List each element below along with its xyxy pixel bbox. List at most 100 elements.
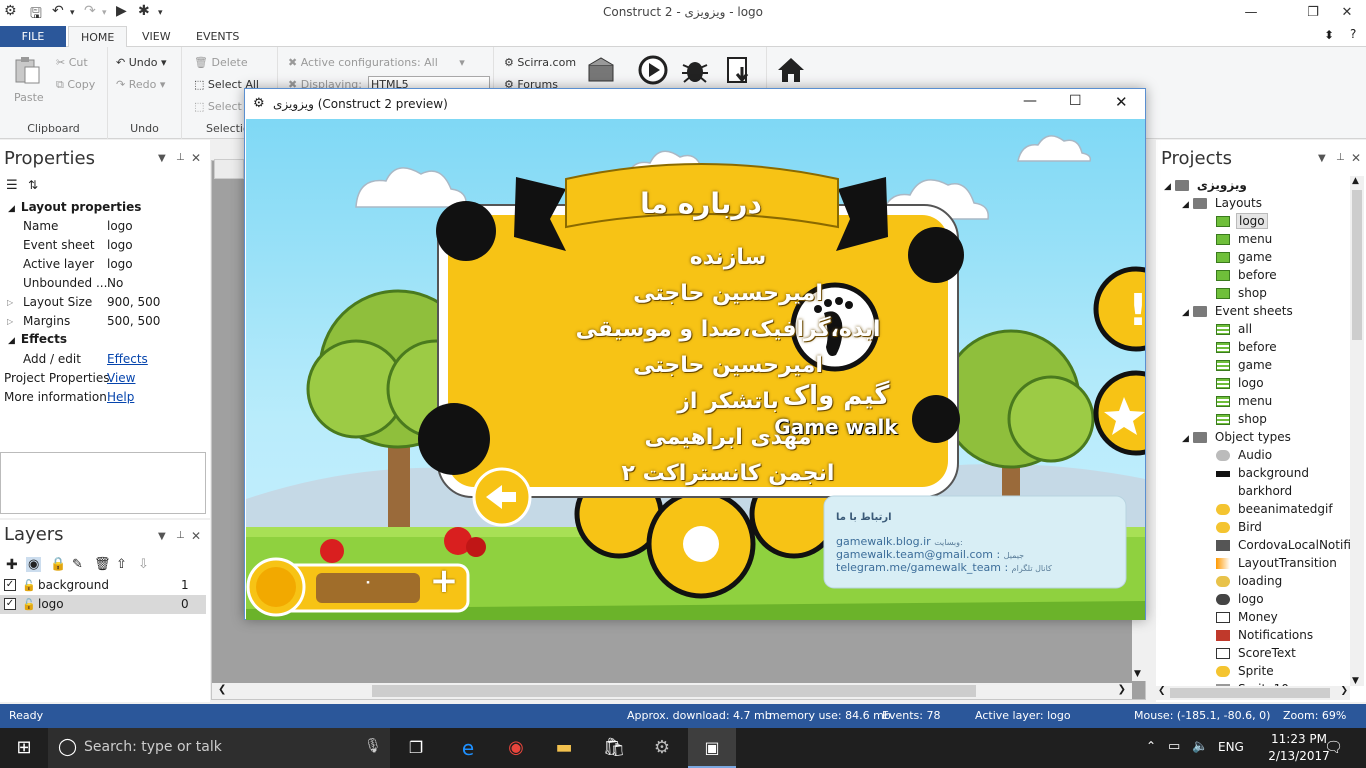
tree-layout-item[interactable]: game (1216, 248, 1274, 266)
layer-lock-icon[interactable]: 🔓 (22, 595, 36, 614)
tree-folder-eventsheets[interactable]: ◢ Event sheets (1182, 302, 1295, 320)
ribbon-collapse-icon[interactable]: ⬍ (1324, 28, 1334, 42)
paste-button[interactable]: Paste (14, 91, 44, 104)
preview-window[interactable]: ⚙ ویزویزی (Construct 2 preview) — ☐ ✕ در… (244, 88, 1146, 620)
move-down-icon[interactable]: ⇩ (138, 557, 149, 572)
panel-close-icon[interactable]: ✕ (191, 529, 201, 543)
network-icon[interactable]: ▭ (1168, 739, 1180, 754)
redo-button[interactable]: ↷ Redo ▾ (116, 78, 165, 91)
tree-project-root[interactable]: ◢ ویزویزی (1164, 176, 1249, 194)
property-row[interactable]: Active layer (23, 255, 94, 274)
effects-link[interactable]: Effects (107, 350, 148, 369)
property-row[interactable]: ▷ Layout Size (7, 293, 92, 312)
tree-layout-item[interactable]: logo (1216, 212, 1268, 230)
paste-icon[interactable] (12, 55, 42, 85)
start-button[interactable]: ⊞ (0, 728, 48, 768)
layer-lock-icon[interactable]: 🔓 (22, 576, 36, 595)
tree-layout-item[interactable]: before (1216, 266, 1279, 284)
property-value[interactable]: logo (107, 236, 133, 255)
tree-eventsheet-item[interactable]: game (1216, 356, 1274, 374)
tree-eventsheet-item[interactable]: shop (1216, 410, 1269, 428)
panel-close-icon[interactable]: ✕ (1351, 151, 1361, 165)
panel-menu-icon[interactable]: ▼ (158, 153, 166, 164)
layer-row[interactable]: ✓ 🔓 logo 0 (0, 595, 206, 614)
tree-object-item[interactable]: CordovaLocalNotifica (1216, 536, 1366, 554)
add-coins-button[interactable]: + (424, 561, 464, 601)
panel-menu-icon[interactable]: ▼ (158, 531, 166, 542)
panel-close-icon[interactable]: ✕ (191, 151, 201, 165)
tree-layout-item[interactable]: menu (1216, 230, 1274, 248)
task-view-icon[interactable]: ❐ (392, 728, 440, 768)
layout-tab[interactable] (214, 159, 244, 179)
pin-icon[interactable]: ⊥ (176, 530, 185, 541)
volume-icon[interactable]: 🔈 (1192, 739, 1208, 754)
preview-maximize-button[interactable]: ☐ (1069, 93, 1082, 109)
microphone-icon[interactable]: 🎙 (364, 738, 382, 754)
show-hidden-icons[interactable]: ⌃ (1146, 739, 1156, 753)
pin-icon[interactable]: ⊥ (176, 152, 185, 163)
tree-object-item[interactable]: Bird (1216, 518, 1264, 536)
view-link[interactable]: View (107, 369, 135, 388)
property-row[interactable]: Unbounded ... (23, 274, 107, 293)
tree-object-item[interactable]: Sprite (1216, 662, 1276, 680)
pin-icon[interactable]: ⊥ (1336, 152, 1345, 163)
property-value[interactable]: No (107, 274, 123, 293)
edge-icon[interactable]: e (444, 728, 492, 768)
layout-properties-header[interactable]: ◢ Layout properties (8, 198, 141, 217)
panel-menu-icon[interactable]: ▼ (1318, 153, 1326, 164)
tab-events[interactable]: EVENTS (184, 26, 251, 47)
delete-layer-icon[interactable]: 🗑 (94, 557, 111, 572)
tree-eventsheet-item[interactable]: before (1216, 338, 1279, 356)
tab-file[interactable]: FILE (0, 26, 66, 47)
clock-time[interactable]: 11:23 PM (1268, 732, 1330, 746)
cut-button[interactable]: ✂ Cut (56, 56, 88, 69)
move-up-icon[interactable]: ⇧ (116, 557, 127, 572)
help-link[interactable]: Help (107, 388, 134, 407)
tree-object-item[interactable]: background (1216, 464, 1311, 482)
preview-close-button[interactable]: ✕ (1115, 93, 1128, 111)
tab-view[interactable]: VIEW (130, 26, 183, 47)
projects-vertical-scrollbar[interactable]: ▲ ▼ (1350, 176, 1364, 686)
home-icon[interactable] (776, 55, 806, 85)
minimize-button[interactable]: — (1228, 0, 1274, 26)
effects-header[interactable]: ◢ Effects (8, 330, 67, 349)
tree-object-item[interactable]: ScoreText (1216, 644, 1298, 662)
help-icon[interactable]: ? (1350, 27, 1356, 41)
file-explorer-icon[interactable]: ▬ (540, 728, 588, 768)
run-layout-icon[interactable] (638, 55, 668, 85)
property-value[interactable]: 500, 500 (107, 312, 160, 331)
contact-row[interactable]: telegram.me/gamewalk_team : کانال تلگرام (836, 561, 1052, 574)
tab-home[interactable]: HOME (68, 26, 128, 48)
close-button[interactable]: ✕ (1324, 0, 1366, 26)
tree-object-item[interactable]: logo (1216, 590, 1266, 608)
active-configurations-dropdown[interactable]: ✖ Active configurations: All ▾ (288, 56, 465, 69)
edit-layer-icon[interactable]: ✎ (72, 557, 83, 572)
tree-object-item[interactable]: LayoutTransition (1216, 554, 1339, 572)
lock-icon[interactable]: 🔒 (50, 557, 66, 572)
layer-visible-checkbox[interactable]: ✓ (4, 598, 16, 610)
horizontal-scrollbar[interactable]: ❮ ❯ (212, 683, 1132, 699)
copy-button[interactable]: ⧉ Copy (56, 78, 95, 92)
tree-eventsheet-item[interactable]: logo (1216, 374, 1266, 392)
search-box[interactable]: ◯ Search: type or talk 🎙 (48, 728, 390, 768)
debug-layout-icon[interactable] (680, 55, 710, 85)
preview-taskbar-icon[interactable]: ▣ (688, 728, 736, 768)
scirra-link[interactable]: ⚙ Scirra.com (504, 56, 576, 69)
tree-eventsheet-item[interactable]: all (1216, 320, 1254, 338)
preview-minimize-button[interactable]: — (1023, 93, 1037, 109)
tree-object-item[interactable]: Money (1216, 608, 1280, 626)
tree-object-item[interactable]: Audio (1216, 446, 1274, 464)
tree-object-item[interactable]: loading (1216, 572, 1284, 590)
chrome-icon[interactable]: ◉ (492, 728, 540, 768)
add-layer-icon[interactable]: ✚ (6, 557, 18, 573)
tree-layout-item[interactable]: shop (1216, 284, 1269, 302)
store-icon[interactable] (586, 55, 616, 85)
property-row[interactable]: ▷ Margins (7, 312, 70, 331)
property-value[interactable]: logo (107, 217, 133, 236)
property-row[interactable]: Event sheet (23, 236, 95, 255)
layer-visible-checkbox[interactable]: ✓ (4, 579, 16, 591)
tree-eventsheet-item[interactable]: menu (1216, 392, 1274, 410)
store-icon[interactable]: 🛍 (590, 728, 638, 768)
property-row[interactable]: Name (23, 217, 58, 236)
sort-az-icon[interactable]: ⇅ (28, 178, 38, 192)
